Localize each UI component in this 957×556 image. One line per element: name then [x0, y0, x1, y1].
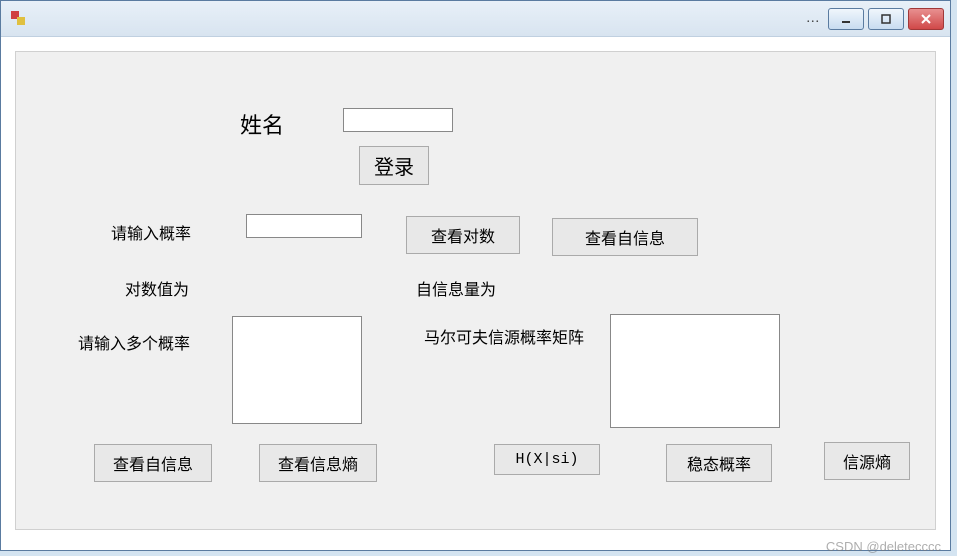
client-area: 姓名 登录 请输入概率 查看对数 查看自信息 对数值为 自信息量为 请输入多个概…	[15, 51, 936, 530]
minimize-icon	[840, 13, 852, 25]
view-log-button[interactable]: 查看对数	[406, 216, 520, 254]
view-selfinfo-button[interactable]: 查看自信息	[552, 218, 698, 256]
log-value-label: 对数值为	[125, 276, 189, 300]
maximize-button[interactable]	[868, 8, 904, 30]
markov-label: 马尔可夫信源概率矩阵	[424, 324, 584, 348]
app-icon	[11, 11, 27, 27]
hxsi-button[interactable]: H(X|si)	[494, 444, 600, 475]
source-entropy-button[interactable]: 信源熵	[824, 442, 910, 480]
multi-prob-input[interactable]	[232, 316, 362, 424]
window-buttons	[828, 8, 944, 30]
prob-input[interactable]	[246, 214, 362, 238]
selfinfo-amount-label: 自信息量为	[416, 276, 496, 300]
multi-view-selfinfo-button[interactable]: 查看自信息	[94, 444, 212, 482]
maximize-icon	[880, 13, 892, 25]
titlebar-dots: ...	[807, 11, 821, 27]
titlebar: ...	[1, 1, 950, 37]
view-entropy-button[interactable]: 查看信息熵	[259, 444, 377, 482]
name-input[interactable]	[343, 108, 453, 132]
steady-prob-button[interactable]: 稳态概率	[666, 444, 772, 482]
name-label: 姓名	[240, 108, 284, 140]
prob-input-label: 请输入概率	[111, 220, 191, 244]
close-icon	[920, 13, 932, 25]
app-window: ... 姓名 登录 请输入概率 查看对数 查看自信息 对数值为 自信息量为 请输…	[0, 0, 951, 551]
minimize-button[interactable]	[828, 8, 864, 30]
markov-input[interactable]	[610, 314, 780, 428]
watermark: CSDN @deletecccc	[826, 539, 941, 554]
login-button[interactable]: 登录	[359, 146, 429, 185]
multi-prob-label: 请输入多个概率	[78, 330, 190, 354]
close-button[interactable]	[908, 8, 944, 30]
